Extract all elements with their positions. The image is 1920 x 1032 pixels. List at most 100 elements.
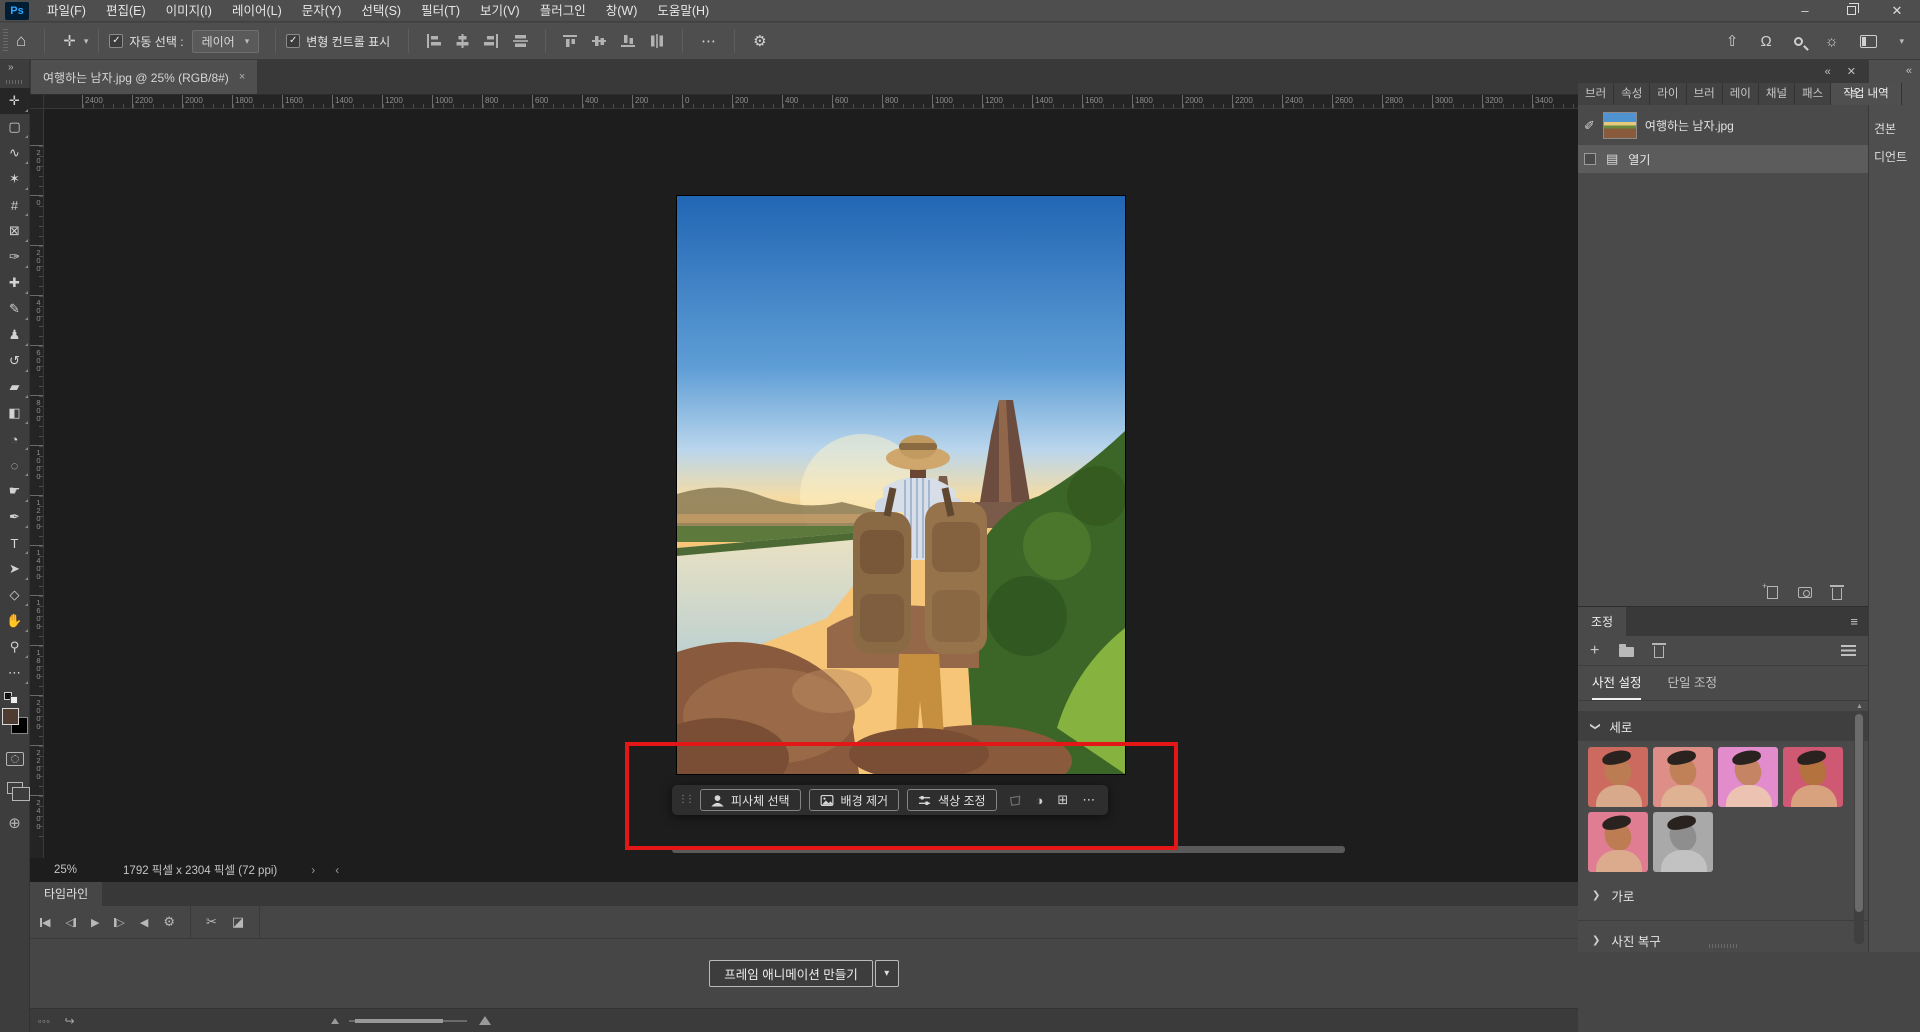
home-icon[interactable]: ⌂ [8, 31, 34, 51]
crop-tool[interactable]: # [0, 192, 30, 218]
smudge-tool[interactable]: ☛ [0, 478, 30, 504]
healing-brush-tool[interactable]: ✚ [0, 270, 30, 296]
menu-item[interactable]: 편집(E) [96, 0, 156, 22]
type-tool[interactable]: T [0, 530, 30, 556]
horizontal-scrollbar[interactable] [672, 846, 1345, 853]
delete-state-trash-icon[interactable] [1832, 588, 1842, 600]
transition-icon[interactable]: ◪ [232, 914, 244, 930]
dodge-tool[interactable]: ◌ [0, 452, 30, 478]
close-button[interactable]: ✕ [1874, 0, 1920, 22]
list-view-icon[interactable] [1841, 645, 1856, 656]
collapsed-panel-label[interactable]: 디언트 [1874, 148, 1907, 165]
scroll-up-icon[interactable]: ▲ [1856, 703, 1863, 710]
preset-thumbnail[interactable] [1653, 747, 1713, 807]
zoom-in-frames-icon[interactable] [479, 1016, 491, 1025]
mode-tab[interactable]: 사전 설정 [1592, 667, 1641, 700]
align-bottom-icon[interactable] [621, 34, 636, 48]
auto-select-dropdown[interactable]: 레이어 ▾ [192, 30, 260, 53]
menu-item[interactable]: 창(W) [596, 0, 648, 22]
quick-mask-icon[interactable] [6, 752, 24, 766]
panel-menu-icon[interactable]: ≡ [1850, 607, 1858, 637]
collapse-panels-icon[interactable]: « [1825, 66, 1831, 78]
distribute-vertical-icon[interactable] [650, 34, 665, 48]
lasso-tool[interactable]: ∿ [0, 140, 30, 166]
timeline-settings-gear-icon[interactable]: ⚙ [163, 914, 175, 930]
play-button[interactable]: ▶ [91, 916, 99, 929]
mode-tab[interactable]: 단일 조정 [1667, 667, 1716, 700]
split-clip-scissors-icon[interactable]: ✂ [206, 914, 217, 930]
scrollbar-thumb[interactable] [1855, 714, 1863, 912]
collapse-tools-icon[interactable]: » [0, 60, 14, 76]
preset-thumbnail[interactable] [1588, 812, 1648, 872]
align-middle-icon[interactable] [592, 34, 607, 48]
preset-thumbnail[interactable] [1783, 747, 1843, 807]
panel-tab[interactable]: 브러 [1578, 83, 1614, 105]
panel-menu-icon[interactable]: ≡ [1850, 83, 1858, 105]
canvas[interactable]: 2400220020001800160014001200100080060040… [30, 95, 1578, 858]
discover-lightbulb-icon[interactable]: ☼ [1825, 33, 1839, 50]
adjustments-tab[interactable]: 조정 [1578, 607, 1626, 636]
align-center-horizontal-icon[interactable] [455, 34, 470, 48]
edit-toolbar[interactable]: ⋯ [0, 660, 30, 686]
panel-tab[interactable]: 레이 [1723, 83, 1759, 105]
zoom-out-frames-icon[interactable] [331, 1018, 339, 1024]
workspace-switcher-icon[interactable] [1860, 35, 1877, 48]
move-tool-icon[interactable]: ✛ [55, 32, 84, 50]
close-panel-icon[interactable]: ✕ [1847, 65, 1856, 78]
screen-mode-icon[interactable] [7, 782, 23, 794]
create-animation-dropdown[interactable]: ▾ [875, 960, 899, 987]
next-frame-button[interactable]: ▷ [114, 916, 124, 929]
frame-zoom-slider[interactable] [349, 1020, 467, 1022]
object-selection-tool[interactable]: ✶ [0, 166, 30, 192]
minimize-button[interactable]: – [1782, 0, 1828, 22]
portrait-section-header[interactable]: ❯ 세로 [1578, 711, 1868, 741]
preset-thumbnail[interactable] [1718, 747, 1778, 807]
collapsed-panel-label[interactable]: 견본 [1874, 120, 1896, 137]
landscape-section-header[interactable]: ❯ 가로 [1578, 880, 1868, 910]
new-document-from-state-icon[interactable] [1767, 586, 1778, 599]
add-image-icon[interactable]: ⊞ [1054, 792, 1071, 808]
capture-share-icon[interactable]: ⊕ [8, 814, 21, 832]
align-top-icon[interactable] [563, 34, 578, 48]
history-step-row[interactable]: ▤ 열기 [1578, 145, 1868, 173]
chevron-down-icon[interactable]: ▾ [1899, 36, 1904, 47]
notifications-bell-icon[interactable]: Ω [1761, 33, 1772, 50]
create-frame-animation-button[interactable]: 프레임 애니메이션 만들기 [709, 960, 872, 987]
brush-tool[interactable]: ✎ [0, 296, 30, 322]
select-subject-button[interactable]: 피사체 선택 [700, 789, 801, 811]
document-image[interactable] [677, 196, 1125, 774]
document-tab[interactable]: 여행하는 남자.jpg @ 25% (RGB/8#) × [31, 60, 257, 94]
more-actions-icon[interactable]: ⋯ [1079, 792, 1098, 808]
auto-select-checkbox[interactable]: ✓ [109, 34, 123, 48]
panel-scrollbar[interactable]: ▲ [1854, 711, 1864, 944]
taskbar-grip-handle[interactable]: ⋮⋮ [678, 795, 692, 805]
menu-item[interactable]: 플러그인 [530, 0, 596, 22]
convert-timeline-icon[interactable]: ↪ [65, 1014, 75, 1028]
close-tab-icon[interactable]: × [239, 71, 245, 83]
frame-zoom-slider-thumb[interactable] [355, 1019, 443, 1023]
contrast-adjust-icon[interactable]: ◑ [1033, 793, 1047, 808]
panel-tab[interactable]: 패스 [1795, 83, 1831, 105]
remove-background-button[interactable]: 배경 제거 [809, 789, 900, 811]
chevron-down-icon[interactable]: ▾ [84, 36, 89, 47]
menu-item[interactable]: 보기(V) [470, 0, 530, 22]
workspace-settings-gear-icon[interactable]: ⚙ [745, 32, 774, 50]
dock-resize-grip[interactable] [1709, 944, 1737, 948]
folder-icon[interactable] [1619, 647, 1634, 657]
blur-tool[interactable]: ◔ [0, 426, 30, 452]
history-snapshot-row[interactable]: ✐ 여행하는 남자.jpg [1578, 105, 1868, 145]
align-left-icon[interactable] [426, 34, 441, 48]
trash-icon[interactable] [1654, 646, 1664, 658]
history-brush-tool[interactable]: ↺ [0, 348, 30, 374]
restore-button[interactable] [1828, 0, 1874, 22]
move-tool[interactable]: ✛ [0, 88, 30, 114]
status-chevron-left-icon[interactable]: ‹ [335, 863, 339, 877]
snapshot-thumbnail[interactable] [1603, 112, 1637, 139]
zoom-tool[interactable]: ⚲ [0, 634, 30, 660]
expand-panels-icon[interactable]: « [1906, 65, 1912, 77]
preset-thumbnail[interactable] [1588, 747, 1648, 807]
adjust-colors-button[interactable]: 색상 조정 [907, 789, 997, 811]
align-right-icon[interactable] [484, 34, 499, 48]
menu-item[interactable]: 도움말(H) [647, 0, 719, 22]
status-chevron-right-icon[interactable]: › [311, 863, 315, 877]
